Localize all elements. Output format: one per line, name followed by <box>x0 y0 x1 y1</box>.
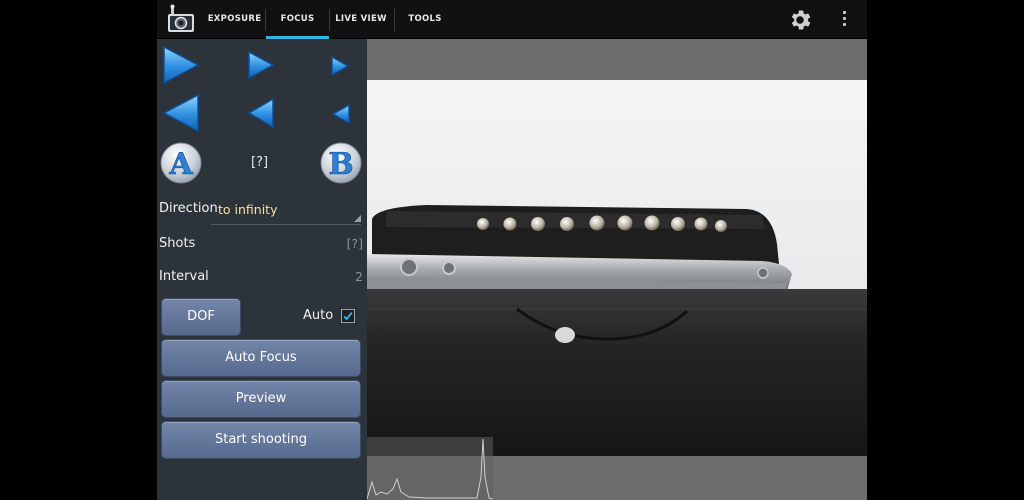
shots-label: Shots <box>159 236 196 251</box>
focus-control-panel: A [?] B Direction to infinity Shots [?] … <box>157 39 367 500</box>
focus-near-medium-arrow-icon[interactable] <box>247 97 275 129</box>
start-shooting-button[interactable]: Start shooting <box>161 421 361 459</box>
direction-dropdown[interactable]: to infinity <box>211 196 361 225</box>
lens-mount-photo <box>367 39 867 500</box>
tab-divider <box>329 9 330 31</box>
set-point-b-button[interactable]: B <box>319 141 363 185</box>
button-b-label: B <box>328 147 353 182</box>
set-point-a-button[interactable]: A <box>159 141 203 185</box>
shots-value[interactable]: [?] <box>347 236 363 251</box>
tab-live-view[interactable]: LIVE VIEW <box>332 0 390 39</box>
tab-tools[interactable]: TOOLS <box>398 0 452 39</box>
direction-value: to infinity <box>218 202 278 217</box>
interval-value[interactable]: 2 <box>355 269 363 284</box>
focus-far-medium-arrow-icon[interactable] <box>247 50 275 80</box>
action-bar: EXPOSURE FOCUS LIVE VIEW TOOLS <box>157 0 867 39</box>
preview-button[interactable]: Preview <box>161 380 361 418</box>
auto-focus-button[interactable]: Auto Focus <box>161 339 361 377</box>
app-window: EXPOSURE FOCUS LIVE VIEW TOOLS A [?] B D… <box>157 0 867 500</box>
focus-far-small-arrow-icon[interactable] <box>330 55 350 77</box>
auto-checkbox[interactable] <box>341 309 355 323</box>
overflow-menu-icon[interactable] <box>840 11 848 29</box>
settings-gear-icon[interactable] <box>787 7 813 33</box>
button-a-label: A <box>168 147 193 182</box>
dof-button[interactable]: DOF <box>161 298 241 336</box>
focus-far-large-arrow-icon[interactable] <box>162 45 200 85</box>
direction-label: Direction <box>159 201 218 216</box>
histogram <box>367 437 493 500</box>
dropdown-corner-icon <box>354 215 361 222</box>
auto-label: Auto <box>303 308 334 323</box>
live-preview-image[interactable] <box>367 39 867 500</box>
camera-app-icon[interactable] <box>165 4 197 34</box>
tab-exposure[interactable]: EXPOSURE <box>207 0 262 39</box>
interval-label: Interval <box>159 269 209 284</box>
tab-focus[interactable]: FOCUS <box>266 0 329 39</box>
focus-near-small-arrow-icon[interactable] <box>331 103 351 125</box>
step-size-help[interactable]: [?] <box>251 155 268 170</box>
tab-divider <box>394 9 395 31</box>
focus-near-large-arrow-icon[interactable] <box>162 93 200 133</box>
